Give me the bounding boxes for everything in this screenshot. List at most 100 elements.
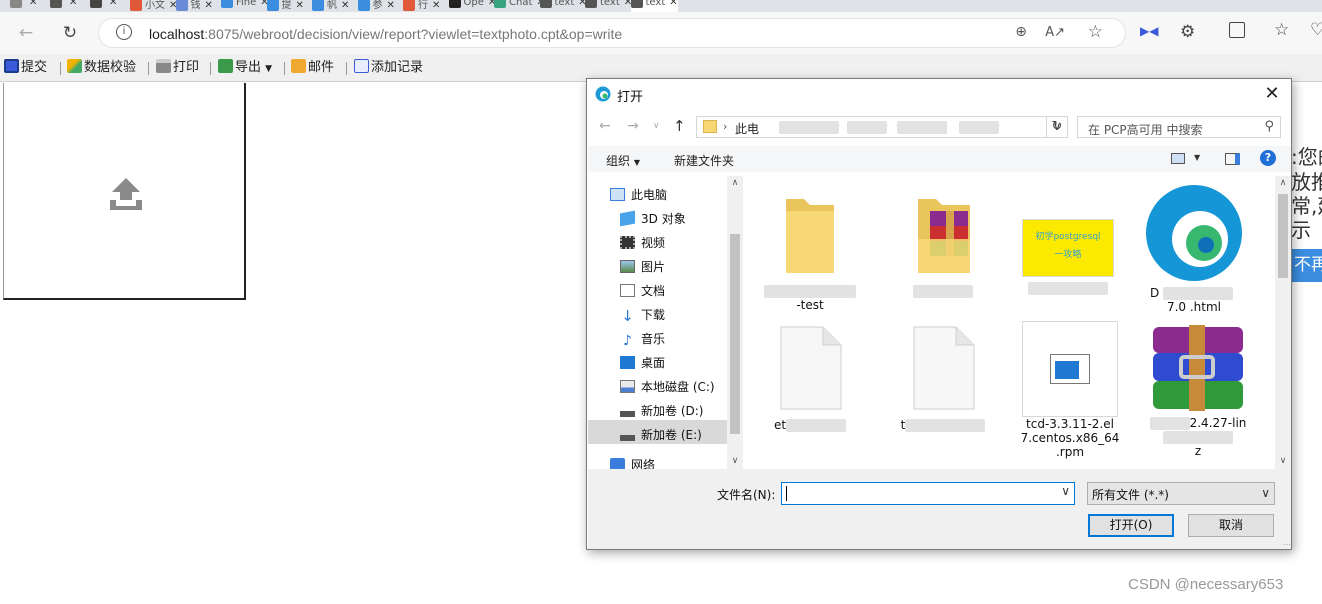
path-bar[interactable]: › 此电 ∨ xyxy=(696,116,1068,138)
search-input[interactable]: 在 PCP高可用 中搜索 ⚲ xyxy=(1077,116,1281,138)
address-bar[interactable]: i localhost:8075/webroot/decision/view/r… xyxy=(98,18,1126,48)
reload-button[interactable]: ↻ xyxy=(58,21,82,45)
back-arrow-icon[interactable]: ← xyxy=(599,118,611,134)
scroll-up-icon[interactable]: ∧ xyxy=(1275,178,1291,188)
tab-close-icon[interactable]: ✕ xyxy=(341,0,349,11)
export-button[interactable]: 导出 ▼ xyxy=(218,59,272,77)
dismiss-button[interactable]: 不再 xyxy=(1291,249,1322,282)
file-tile[interactable] xyxy=(893,189,993,298)
browser-tab[interactable]: Ope ✕ xyxy=(448,0,496,12)
blank-file-icon xyxy=(780,326,842,410)
nav-label: 文档 xyxy=(641,284,666,298)
filetype-select[interactable]: 所有文件 (*.*) ∨ xyxy=(1087,482,1275,505)
cancel-button[interactable]: 取消 xyxy=(1188,514,1274,537)
nav-item-pictures[interactable]: 图片 xyxy=(620,256,665,278)
submit-button[interactable]: 提交 xyxy=(4,59,47,77)
file-tile[interactable]: 初学postgresql 一攻略 xyxy=(1018,189,1118,295)
scroll-up-icon[interactable]: ∧ xyxy=(727,178,743,188)
filetype-value: 所有文件 (*.*) xyxy=(1092,488,1169,502)
extension-icon[interactable]: ▶◀ xyxy=(1140,24,1158,38)
chevron-down-icon[interactable]: ∨ xyxy=(1061,484,1070,498)
tab-close-icon[interactable]: ✕ xyxy=(432,0,440,11)
browser-tab[interactable]: Chat✕ xyxy=(494,0,545,12)
mail-button[interactable]: 邮件 xyxy=(291,59,334,77)
file-tile[interactable]: 2.4.27-lin z xyxy=(1148,323,1248,458)
read-aloud-icon[interactable]: A↗ xyxy=(1045,25,1065,40)
resize-grip-icon[interactable]: ⋯ xyxy=(1283,540,1291,549)
close-icon[interactable]: ✕ xyxy=(1261,83,1283,104)
add-record-button[interactable]: 添加记录 xyxy=(354,59,423,77)
view-options-icon[interactable] xyxy=(1171,153,1185,164)
split-screen-icon[interactable] xyxy=(1229,22,1245,38)
file-tile[interactable]: -test xyxy=(760,189,860,312)
files-scroll-thumb[interactable] xyxy=(1278,194,1288,278)
scroll-down-icon[interactable]: ∨ xyxy=(1275,456,1291,466)
tab-close-icon[interactable]: ✕ xyxy=(296,0,304,11)
file-tile[interactable]: et xyxy=(760,323,860,432)
nav-item-downloads[interactable]: ↓ 下载 xyxy=(620,304,665,326)
up-arrow-icon[interactable]: ↑ xyxy=(673,117,686,135)
back-button[interactable]: ← xyxy=(14,21,38,45)
file-tile[interactable]: t xyxy=(893,323,993,432)
browser-tab[interactable]: ✕ xyxy=(50,0,77,12)
chevron-down-icon[interactable]: ▼ xyxy=(1194,153,1200,162)
file-name: 7.0 .html xyxy=(1166,300,1222,314)
nav-item-this-pc[interactable]: 此电脑 xyxy=(610,184,667,206)
search-placeholder: 在 PCP高可用 中搜索 xyxy=(1088,123,1203,137)
nav-item-desktop[interactable]: 桌面 xyxy=(620,352,665,374)
image-upload-cell[interactable] xyxy=(3,83,246,300)
save-icon xyxy=(4,59,19,73)
nav-item-drive-e[interactable]: 新加卷 (E:) xyxy=(620,424,702,446)
browser-tab[interactable]: 钱 ✕ xyxy=(175,0,213,12)
tab-close-icon[interactable]: ✕ xyxy=(669,0,677,8)
favorite-star-icon[interactable]: ☆ xyxy=(1088,22,1103,42)
files-scrollbar[interactable]: ∧ ∨ xyxy=(1275,176,1291,469)
help-icon[interactable]: ? xyxy=(1260,150,1276,166)
open-button[interactable]: 打开(O) xyxy=(1088,514,1174,537)
browser-tab[interactable]: 帆 ✕ xyxy=(312,0,349,12)
browser-tab[interactable]: text ✕ xyxy=(585,0,632,12)
nav-item-videos[interactable]: 视频 xyxy=(620,232,665,254)
favorites-icon[interactable]: ☆ xyxy=(1274,20,1289,40)
collections-icon[interactable]: ♡ xyxy=(1310,20,1322,40)
search-icon[interactable]: ⚲ xyxy=(1264,119,1274,134)
tab-close-icon[interactable]: ✕ xyxy=(205,0,213,11)
browser-tab[interactable]: ✕ xyxy=(90,0,117,12)
print-button[interactable]: 打印 xyxy=(156,59,199,77)
nav-scroll-thumb[interactable] xyxy=(730,234,740,434)
file-tile[interactable]: D 7.0 .html xyxy=(1144,183,1244,314)
preview-pane-icon[interactable] xyxy=(1225,153,1240,165)
nav-item-documents[interactable]: 文档 xyxy=(620,280,665,302)
browser-tab[interactable]: text ✕ xyxy=(539,0,587,12)
nav-item-3d-objects[interactable]: 3D 对象 xyxy=(620,208,686,230)
recent-chevron-icon[interactable]: ∨ xyxy=(653,121,660,131)
nav-item-network[interactable]: 网络 xyxy=(610,454,655,469)
browser-tab[interactable]: 小文 ✕ xyxy=(130,0,177,12)
refresh-icon[interactable]: ↻ xyxy=(1046,116,1068,138)
zoom-icon[interactable]: ⊕ xyxy=(1015,24,1027,40)
browser-tab[interactable]: 提 ✕ xyxy=(266,0,304,12)
validate-button[interactable]: 数据校验 xyxy=(67,59,136,77)
nav-item-drive-c[interactable]: 本地磁盘 (C:) xyxy=(620,376,715,398)
tab-close-icon[interactable]: ✕ xyxy=(29,0,37,8)
browser-tab[interactable]: text ✕ xyxy=(630,0,678,12)
tab-close-icon[interactable]: ✕ xyxy=(69,0,77,8)
new-folder-button[interactable]: 新建文件夹 xyxy=(674,152,734,169)
browser-tab[interactable]: Fine ✕ xyxy=(221,0,269,12)
upload-icon[interactable] xyxy=(108,176,144,212)
tab-close-icon[interactable]: ✕ xyxy=(387,0,395,11)
nav-item-drive-d[interactable]: 新加卷 (D:) xyxy=(620,400,703,422)
forward-arrow-icon[interactable]: → xyxy=(627,118,639,134)
scroll-down-icon[interactable]: ∨ xyxy=(727,456,743,466)
browser-tab[interactable]: 行 ✕ xyxy=(403,0,440,12)
extensions-puzzle-icon[interactable]: ⚙ xyxy=(1180,22,1195,42)
browser-tab[interactable]: 参 ✕ xyxy=(357,0,395,12)
filename-input[interactable]: ∨ xyxy=(781,482,1075,505)
nav-scrollbar[interactable]: ∧ ∨ xyxy=(727,176,743,469)
tab-close-icon[interactable]: ✕ xyxy=(109,0,117,8)
file-tile[interactable]: tcd-3.3.11-2.el 7.centos.x86_64 .rpm xyxy=(1018,319,1122,459)
site-info-icon[interactable]: i xyxy=(116,24,132,40)
nav-item-music[interactable]: ♪ 音乐 xyxy=(620,328,665,350)
organize-menu[interactable]: 组织 ▼ xyxy=(606,152,640,169)
browser-tab[interactable]: ✕ xyxy=(10,0,37,12)
